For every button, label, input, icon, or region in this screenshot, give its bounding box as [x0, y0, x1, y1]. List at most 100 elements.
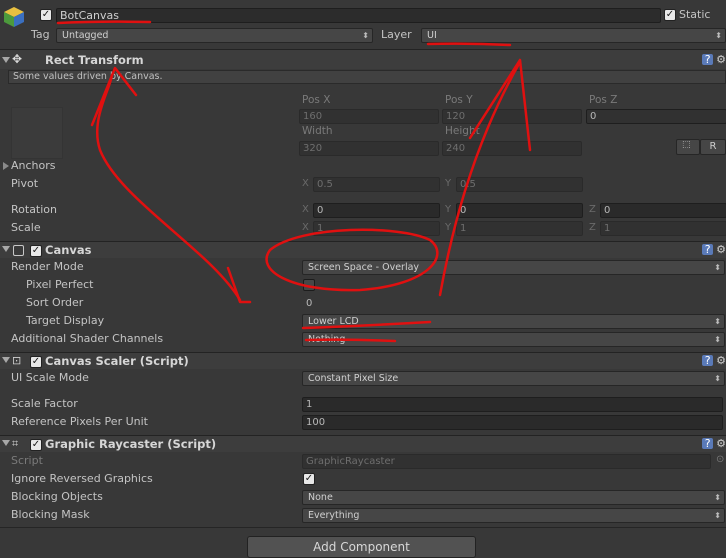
- blueprint-icon: ⬚: [682, 140, 691, 150]
- rect-transform-icon: ✥: [12, 52, 23, 66]
- static-checkbox[interactable]: ✓: [664, 9, 676, 21]
- gear-icon[interactable]: ⚙: [716, 243, 726, 256]
- arrow-to-rect-transform: [95, 73, 242, 302]
- ui-scale-mode-label: UI Scale Mode: [11, 371, 89, 384]
- dropdown-arrow-icon: ⬍: [714, 511, 721, 520]
- dropdown-arrow-icon: ⬍: [714, 374, 721, 383]
- raycaster-icon: ⌗: [12, 437, 19, 450]
- tag-dropdown[interactable]: Untagged ⬍: [56, 28, 373, 43]
- pos-z-field[interactable]: 0: [586, 109, 726, 124]
- raycaster-header[interactable]: ⌗ ✓ Graphic Raycaster (Script) ? ⚙: [0, 435, 726, 452]
- pixel-perfect-checkbox[interactable]: [303, 279, 315, 291]
- layer-value: UI: [427, 30, 437, 41]
- canvas-enabled-checkbox[interactable]: ✓: [30, 245, 42, 257]
- layer-label: Layer: [381, 28, 412, 41]
- height-label: Height: [445, 125, 480, 137]
- canvas-scaler-icon: ⊡: [12, 354, 22, 367]
- script-field[interactable]: GraphicRaycaster: [302, 454, 711, 469]
- anchors-foldout-icon[interactable]: [3, 162, 9, 170]
- object-picker-icon[interactable]: ⊙: [716, 454, 724, 465]
- gameobject-name-field[interactable]: BotCanvas: [56, 8, 661, 23]
- bottom-divider: [0, 527, 726, 528]
- foldout-icon[interactable]: [2, 246, 10, 252]
- blocking-mask-dropdown[interactable]: Everything ⬍: [302, 508, 725, 523]
- gameobject-cube-icon: [3, 6, 25, 28]
- gear-icon[interactable]: ⚙: [716, 437, 726, 450]
- rect-transform-title: Rect Transform: [45, 53, 144, 67]
- scale-factor-field[interactable]: 1: [302, 397, 723, 412]
- static-label: Static: [679, 8, 711, 21]
- anchors-label[interactable]: Anchors: [11, 159, 56, 172]
- dropdown-arrow-icon: ⬍: [714, 335, 721, 344]
- canvas-scaler-header[interactable]: ⊡ ✓ Canvas Scaler (Script) ? ⚙: [0, 352, 726, 369]
- ignore-reversed-checkbox[interactable]: ✓: [303, 473, 315, 485]
- render-mode-dropdown[interactable]: Screen Space - Overlay ⬍: [302, 260, 725, 275]
- scale-x-field[interactable]: 1: [313, 221, 440, 236]
- width-field[interactable]: 320: [299, 141, 439, 156]
- scale-z-axis: Z: [589, 222, 596, 233]
- scale-z-field[interactable]: 1: [600, 221, 726, 236]
- pivot-y-axis: Y: [445, 178, 452, 189]
- help-icon[interactable]: ?: [702, 438, 714, 449]
- scale-label: Scale: [11, 221, 41, 234]
- foldout-icon[interactable]: [2, 440, 10, 446]
- rot-z-field[interactable]: 0: [600, 203, 726, 218]
- dropdown-arrow-icon: ⬍: [715, 31, 722, 40]
- gameobject-active-checkbox[interactable]: ✓: [40, 9, 52, 21]
- dropdown-arrow-icon: ⬍: [362, 31, 369, 40]
- width-label: Width: [302, 125, 333, 137]
- pos-y-label: Pos Y: [445, 94, 473, 106]
- dropdown-arrow-icon: ⬍: [714, 493, 721, 502]
- rot-x-field[interactable]: 0: [313, 203, 440, 218]
- scale-y-field[interactable]: 1: [456, 221, 583, 236]
- layer-dropdown[interactable]: UI ⬍: [421, 28, 726, 43]
- help-icon[interactable]: ?: [702, 54, 714, 65]
- raw-edit-button[interactable]: R: [700, 139, 726, 155]
- help-icon[interactable]: ?: [702, 244, 714, 255]
- dropdown-arrow-icon: ⬍: [714, 263, 721, 272]
- scale-factor-label: Scale Factor: [11, 397, 78, 410]
- scale-x-axis: X: [302, 222, 309, 233]
- pos-x-field[interactable]: 160: [299, 109, 439, 124]
- rot-y-field[interactable]: 0: [456, 203, 583, 218]
- raycaster-enabled-checkbox[interactable]: ✓: [30, 439, 42, 451]
- rot-x-axis: X: [302, 204, 309, 215]
- foldout-icon[interactable]: [2, 357, 10, 363]
- blueprint-mode-button[interactable]: ⬚: [676, 139, 700, 155]
- arrowhead-bottom: [226, 266, 252, 304]
- blocking-objects-dropdown[interactable]: None ⬍: [302, 490, 725, 505]
- tag-label: Tag: [31, 28, 50, 41]
- blocking-mask-label: Blocking Mask: [11, 508, 90, 521]
- rect-transform-header[interactable]: ✥ Rect Transform ? ⚙: [0, 49, 726, 69]
- tag-value: Untagged: [62, 30, 109, 41]
- script-label: Script: [11, 454, 43, 467]
- ignore-reversed-label: Ignore Reversed Graphics: [11, 472, 153, 485]
- render-mode-label: Render Mode: [11, 260, 84, 273]
- dropdown-arrow-icon: ⬍: [714, 317, 721, 326]
- canvas-header[interactable]: ✓ Canvas ? ⚙: [0, 241, 726, 258]
- pixel-perfect-label: Pixel Perfect: [26, 278, 94, 291]
- foldout-icon[interactable]: [2, 57, 10, 63]
- sort-order-label: Sort Order: [26, 296, 84, 309]
- sort-order-field[interactable]: 0: [302, 296, 723, 311]
- anchor-presets-button[interactable]: [11, 107, 63, 159]
- pos-z-label: Pos Z: [589, 94, 618, 106]
- rot-z-axis: Z: [589, 204, 596, 215]
- gear-icon[interactable]: ⚙: [716, 53, 726, 66]
- canvas-scaler-enabled-checkbox[interactable]: ✓: [30, 356, 42, 368]
- help-icon[interactable]: ?: [702, 355, 714, 366]
- blocking-objects-label: Blocking Objects: [11, 490, 103, 503]
- underline-layer: [426, 42, 512, 47]
- gear-icon[interactable]: ⚙: [716, 354, 726, 367]
- ui-scale-mode-dropdown[interactable]: Constant Pixel Size ⬍: [302, 371, 725, 386]
- pivot-y-field[interactable]: 0.5: [456, 177, 583, 192]
- scale-y-axis: Y: [445, 222, 452, 233]
- height-field[interactable]: 240: [442, 141, 582, 156]
- pos-y-field[interactable]: 120: [442, 109, 582, 124]
- raycaster-title: Graphic Raycaster (Script): [45, 437, 217, 451]
- rot-y-axis: Y: [445, 204, 452, 215]
- shader-channels-dropdown[interactable]: Nothing ⬍: [302, 332, 725, 347]
- target-display-dropdown[interactable]: Lower LCD ⬍: [302, 314, 725, 329]
- ref-ppu-field[interactable]: 100: [302, 415, 723, 430]
- pivot-x-field[interactable]: 0.5: [313, 177, 440, 192]
